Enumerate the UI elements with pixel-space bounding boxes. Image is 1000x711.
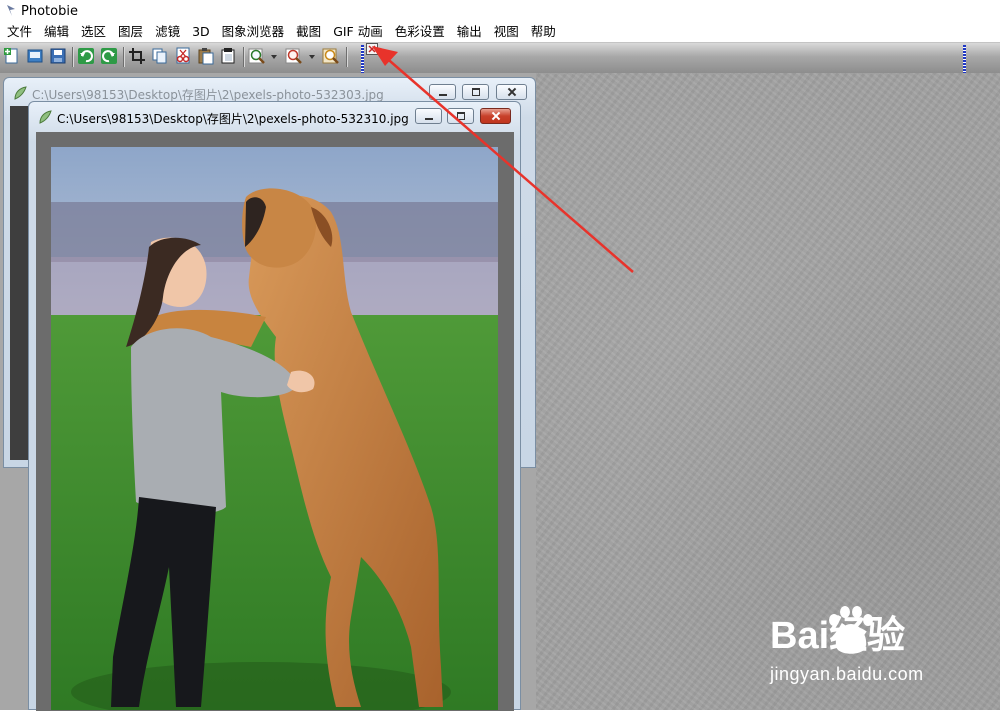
zoom-out-icon[interactable]: [285, 47, 303, 65]
menu-select[interactable]: 选区: [75, 22, 112, 42]
menu-file[interactable]: 文件: [1, 22, 38, 42]
app-title: Photobie: [21, 3, 78, 19]
menu-view[interactable]: 视图: [488, 22, 525, 42]
paste-new-icon[interactable]: [220, 47, 238, 65]
menu-help[interactable]: 帮助: [525, 22, 562, 42]
zoom-fit-icon[interactable]: [322, 47, 340, 65]
window-title: C:\Users\98153\Desktop\存图片\2\pexels-phot…: [57, 112, 409, 126]
document-canvas[interactable]: [10, 106, 30, 460]
document-leaf-icon: [39, 110, 52, 124]
zoom-in-icon[interactable]: [248, 47, 266, 65]
open-icon[interactable]: [26, 47, 44, 65]
crop-icon[interactable]: [128, 47, 146, 65]
baidu-paw-logo-icon: Bai经验: [770, 606, 905, 657]
close-button[interactable]: [496, 84, 527, 100]
zoom-in-dropdown-icon[interactable]: [271, 55, 277, 59]
new-icon[interactable]: [3, 47, 21, 65]
menu-layer[interactable]: 图层: [112, 22, 149, 42]
menu-edit[interactable]: 编辑: [38, 22, 75, 42]
paste-icon[interactable]: [197, 47, 215, 65]
app-title-bar: Photobie: [0, 0, 1000, 22]
minimize-button[interactable]: [429, 84, 456, 100]
close-button[interactable]: [480, 108, 511, 124]
toolbar: [0, 42, 1000, 73]
menu-output[interactable]: 输出: [451, 22, 488, 42]
maximize-button[interactable]: [447, 108, 474, 124]
menu-image-browser[interactable]: 图象浏览器: [216, 22, 291, 42]
menu-filter[interactable]: 滤镜: [149, 22, 186, 42]
menu-screenshot[interactable]: 截图: [290, 22, 327, 42]
document-leaf-icon: [14, 86, 27, 100]
menu-3d[interactable]: 3D: [186, 22, 216, 42]
photo-girl-with-dog[interactable]: [51, 147, 498, 710]
maximize-button[interactable]: [462, 84, 489, 100]
menu-color-settings[interactable]: 色彩设置: [389, 22, 451, 42]
toolbar-grip-left[interactable]: [361, 45, 364, 73]
watermark-url: jingyan.baidu.com: [770, 664, 924, 684]
close-panel-icon[interactable]: [366, 43, 378, 55]
menu-bar: 文件 编辑 选区 图层 滤镜 3D 图象浏览器 截图 GIF 动画 色彩设置 输…: [0, 22, 1000, 42]
cut-icon[interactable]: [174, 47, 192, 65]
toolbar-grip-right[interactable]: [963, 45, 966, 73]
redo-icon[interactable]: [100, 47, 118, 65]
zoom-out-dropdown-icon[interactable]: [309, 55, 315, 59]
menu-gif-animation[interactable]: GIF 动画: [327, 22, 389, 42]
copy-icon[interactable]: [151, 47, 169, 65]
app-logo-icon: [7, 5, 15, 16]
minimize-button[interactable]: [415, 108, 442, 124]
baidu-jingyan-watermark: Bai经验 jingyan.baidu.com: [770, 600, 1000, 695]
undo-icon[interactable]: [77, 47, 95, 65]
save-icon[interactable]: [49, 47, 67, 65]
